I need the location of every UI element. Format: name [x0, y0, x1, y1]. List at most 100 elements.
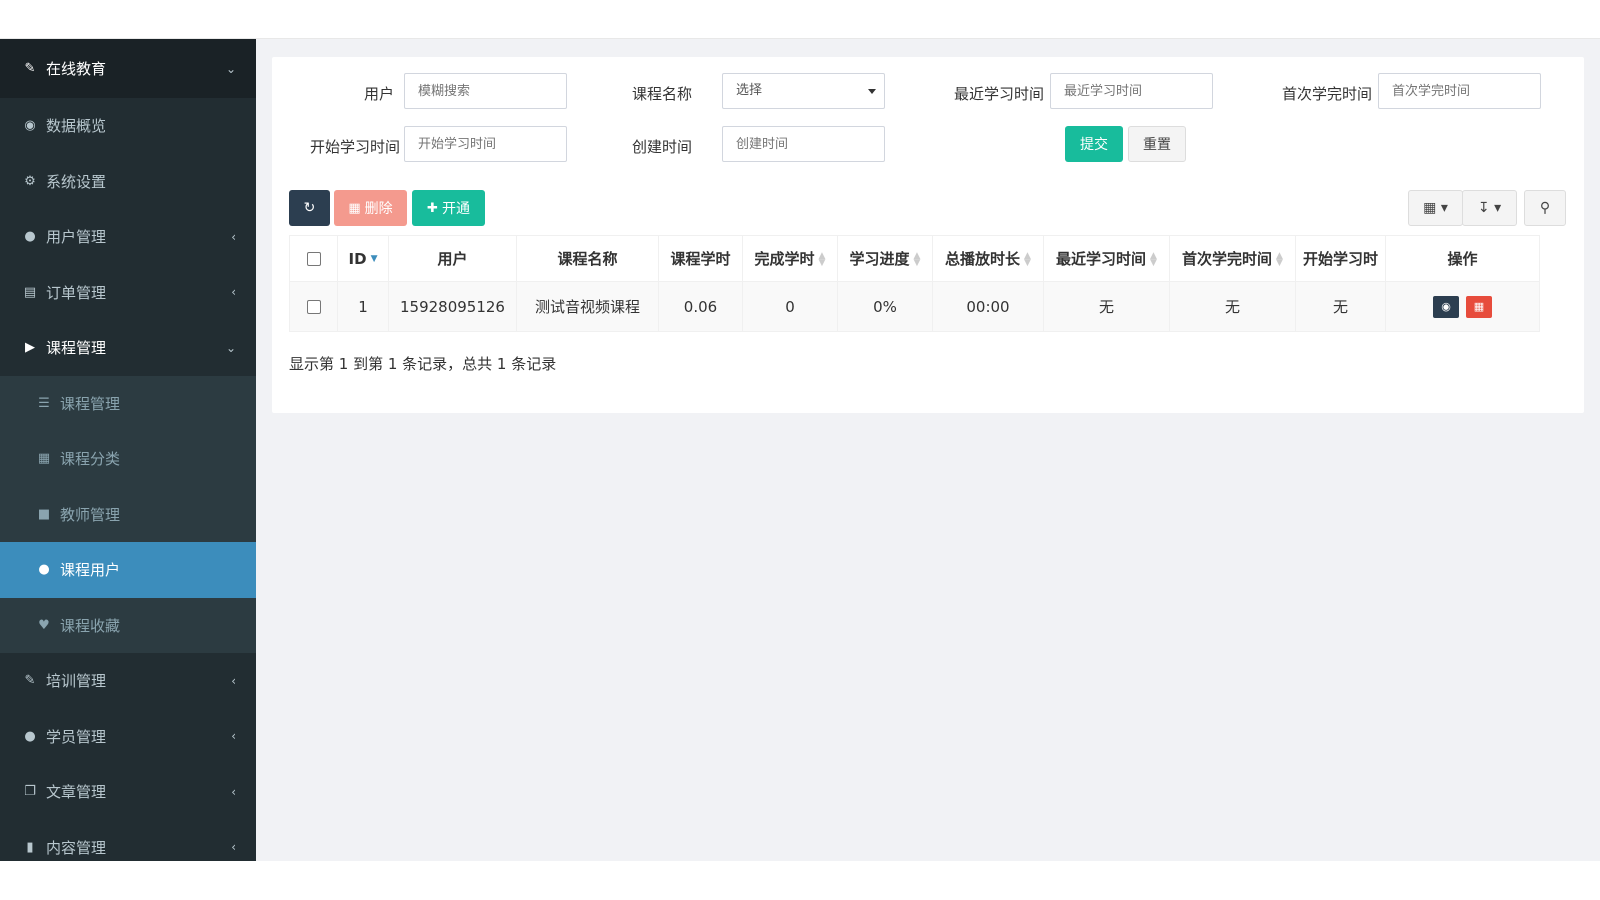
row-checkbox[interactable]	[306, 300, 321, 314]
first-complete-input[interactable]	[1378, 73, 1541, 109]
column-header-start-study: 开始学习时	[1295, 235, 1386, 282]
user-icon: ●	[38, 562, 50, 578]
cell-id: 1	[337, 281, 389, 332]
sidebar-item-label: 培训管理	[46, 672, 107, 691]
sidebar-item-users[interactable]: ● 用户管理 ‹	[0, 209, 256, 265]
cell-course-hours: 0.06	[658, 281, 743, 332]
cell-course: 测试音视频课程	[516, 281, 659, 332]
cell-start-study: 无	[1295, 281, 1386, 332]
file-icon: ▮	[26, 839, 34, 855]
eye-icon: ◉	[1441, 300, 1451, 313]
row-select-cell[interactable]	[289, 281, 338, 332]
sidebar-header[interactable]: ✎ 在线教育 ⌄	[0, 39, 256, 98]
chevron-left-icon: ‹	[231, 784, 236, 799]
course-user-table: ID ▼ 用户 课程名称 课程学时 完成学时 ▲ ▼ 学习进度 ▲ ▼ 总播放时长 ▲ ▼ 最…	[289, 235, 1540, 332]
delete-label: 删除	[364, 201, 393, 217]
view-button[interactable]: ◉	[1433, 295, 1460, 318]
sidebar-subitem-teachers[interactable]: ■ 教师管理	[0, 486, 256, 542]
sidebar-subitem-course-users[interactable]: ● 课程用户	[0, 542, 256, 598]
sidebar: ✎ 在线教育 ⌄ ◉ 数据概览 ⚙ 系统设置 ● 用户管理 ‹ ▤ 订单管理 ‹…	[0, 39, 256, 861]
search-icon: ⚲	[1539, 200, 1551, 216]
column-header-recent-study[interactable]: 最近学习时间 ▲ ▼	[1043, 235, 1170, 282]
sidebar-item-label: 课程分类	[60, 450, 121, 469]
delete-button[interactable]: ▦ 删除	[334, 190, 407, 226]
submit-button[interactable]: 提交	[1065, 126, 1123, 162]
refresh-icon: ↻	[303, 200, 316, 216]
leaf-icon: ✎	[24, 61, 36, 76]
caret-down-icon	[868, 89, 876, 94]
first-complete-label: 首次学完时间	[1281, 85, 1372, 103]
play-circle-icon: ▶	[25, 340, 35, 356]
refresh-button[interactable]: ↻	[289, 190, 330, 226]
chevron-left-icon: ‹	[231, 840, 236, 855]
column-header-course-hours: 课程学时	[658, 235, 743, 282]
course-filter-label: 课程名称	[631, 85, 692, 103]
sidebar-subitem-courses[interactable]: ☰ 课程管理	[0, 375, 256, 431]
reset-button[interactable]: 重置	[1128, 126, 1186, 162]
sidebar-item-label: 订单管理	[46, 283, 107, 302]
user-icon: ●	[24, 229, 36, 245]
column-header-progress[interactable]: 学习进度 ▲ ▼	[837, 235, 933, 282]
recent-study-label: 最近学习时间	[953, 85, 1044, 103]
list-alt-icon: ▤	[23, 284, 37, 300]
sidebar-item-label: 数据概览	[46, 117, 107, 136]
sidebar-subitem-categories[interactable]: ▦ 课程分类	[0, 431, 256, 487]
column-header-done-hours[interactable]: 完成学时 ▲ ▼	[742, 235, 838, 282]
sidebar-item-students[interactable]: ● 学员管理 ‹	[0, 709, 256, 765]
chevron-left-icon: ‹	[231, 729, 236, 744]
export-button[interactable]: ↧ ▾	[1462, 190, 1517, 226]
sidebar-item-dashboard[interactable]: ◉ 数据概览	[0, 98, 256, 154]
sidebar-item-label: 课程用户	[60, 561, 121, 580]
user-filter-input[interactable]	[404, 73, 567, 109]
sidebar-item-training[interactable]: ✎ 培训管理 ‹	[0, 653, 256, 709]
chevron-down-icon: ⌄	[225, 340, 236, 355]
start-study-input[interactable]	[404, 126, 567, 162]
top-navbar	[0, 0, 1600, 39]
sidebar-item-label: 课程收藏	[60, 616, 121, 635]
download-icon: ↧ ▾	[1477, 200, 1502, 216]
trash-icon: ▦	[1473, 300, 1485, 313]
search-toggle-button[interactable]: ⚲	[1524, 190, 1566, 226]
select-all-checkbox[interactable]	[306, 252, 321, 266]
users-icon: ●	[24, 728, 36, 744]
heart-icon: ♥	[38, 617, 50, 633]
clone-icon: ❐	[24, 784, 36, 800]
sidebar-item-label: 学员管理	[46, 727, 107, 746]
table-header-row: ID ▼ 用户 课程名称 课程学时 完成学时 ▲ ▼ 学习进度 ▲ ▼ 总播放时长 ▲ ▼ 最…	[289, 235, 1540, 282]
sidebar-item-settings[interactable]: ⚙ 系统设置	[0, 154, 256, 210]
sidebar-item-course-management[interactable]: ▶ 课程管理 ⌄	[0, 320, 256, 376]
dashboard-icon: ◉	[24, 118, 36, 134]
chevron-down-icon: ⌄	[225, 61, 236, 76]
column-header-first-complete[interactable]: 首次学完时间 ▲ ▼	[1169, 235, 1296, 282]
sidebar-item-label: 系统设置	[46, 172, 107, 191]
sidebar-item-content[interactable]: ▮ 内容管理 ‹	[0, 820, 256, 862]
recent-study-input[interactable]	[1050, 73, 1213, 109]
pagination-summary: 显示第 1 到第 1 条记录，总共 1 条记录	[289, 355, 557, 373]
column-header-id[interactable]: ID ▼	[337, 235, 389, 282]
bottom-strip	[0, 861, 1600, 900]
sidebar-item-orders[interactable]: ▤ 订单管理 ‹	[0, 265, 256, 321]
row-delete-button[interactable]: ▦	[1465, 295, 1492, 318]
sidebar-item-articles[interactable]: ❐ 文章管理 ‹	[0, 764, 256, 820]
sidebar-item-label: 用户管理	[46, 228, 107, 247]
lock-icon: ■	[37, 506, 51, 522]
leaf-icon: ✎	[24, 673, 36, 689]
open-button[interactable]: ✚ 开通	[412, 190, 485, 226]
columns-toggle-button[interactable]: ▦ ▾	[1408, 190, 1463, 226]
sort-icon: ▲ ▼	[1150, 250, 1157, 268]
cell-first-complete: 无	[1169, 281, 1296, 332]
th-large-icon: ▦	[37, 451, 51, 467]
cell-play-duration: 00:00	[932, 281, 1044, 332]
column-header-play-duration[interactable]: 总播放时长 ▲ ▼	[932, 235, 1044, 282]
course-filter-select[interactable]: 选择	[722, 73, 885, 109]
sidebar-item-label: 教师管理	[60, 505, 121, 524]
column-header-actions: 操作	[1385, 235, 1540, 282]
select-all-cell[interactable]	[289, 235, 338, 282]
column-header-user: 用户	[388, 235, 517, 282]
created-time-input[interactable]	[722, 126, 885, 162]
sidebar-subitem-favorites[interactable]: ♥ 课程收藏	[0, 597, 256, 653]
cogs-icon: ⚙	[24, 173, 36, 189]
chevron-left-icon: ‹	[231, 285, 236, 300]
chevron-left-icon: ‹	[231, 673, 236, 688]
open-label: 开通	[441, 201, 470, 217]
